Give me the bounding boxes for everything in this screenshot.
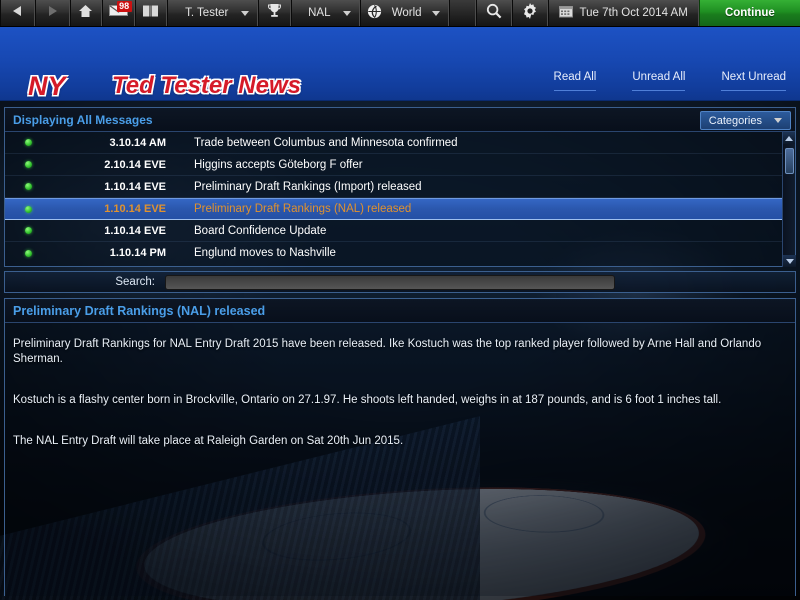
- messages-panel: Displaying All Messages Categories 3.10.…: [4, 107, 796, 267]
- unread-status: [5, 249, 51, 257]
- date-label: Tue 7th Oct 2014 AM: [579, 7, 688, 19]
- article-body: Preliminary Draft Rankings for NAL Entry…: [5, 323, 795, 449]
- scroll-up-button[interactable]: [783, 132, 795, 144]
- status-dot-icon: [24, 249, 32, 257]
- status-dot-icon: [24, 161, 32, 168]
- categories-dropdown[interactable]: Categories: [699, 111, 791, 130]
- next-unread-link[interactable]: Next Unread: [721, 71, 786, 91]
- table-row[interactable]: 1.10.14 EVE Board Confidence Update: [5, 220, 795, 242]
- right-triangle-icon: [47, 4, 58, 22]
- chevron-down-icon: [431, 10, 440, 16]
- search-bar: Search:: [4, 271, 796, 293]
- chevron-down-icon: [342, 10, 351, 16]
- message-subject: Board Confidence Update: [194, 224, 327, 237]
- unread-status: [5, 227, 51, 234]
- book-icon: [142, 4, 159, 23]
- unread-status: [5, 139, 51, 146]
- league-label: NAL: [308, 7, 331, 19]
- chevron-down-icon: [785, 258, 794, 264]
- continue-label: Continue: [724, 7, 775, 19]
- message-date: 1.10.14 EVE: [104, 203, 166, 215]
- table-row[interactable]: 2.10.14 EVE Higgins accepts Göteborg F o…: [5, 154, 795, 176]
- categories-label: Categories: [708, 114, 762, 127]
- status-dot-icon: [24, 205, 32, 213]
- competitions-button[interactable]: [258, 0, 291, 26]
- continue-button[interactable]: Continue: [698, 0, 800, 26]
- message-subject: Trade between Columbus and Minnesota con…: [194, 136, 458, 149]
- message-list-scrollbar[interactable]: [782, 132, 796, 267]
- article-paragraph: Kostuch is a flashy center born in Brock…: [13, 394, 722, 406]
- page-title: Ted Tester News: [112, 72, 301, 99]
- home-icon: [78, 4, 93, 23]
- search-input[interactable]: [165, 274, 615, 290]
- gear-icon: [522, 2, 538, 24]
- message-date: 2.10.14 EVE: [104, 158, 166, 171]
- inbox-button[interactable]: 98: [102, 0, 135, 26]
- status-dot-icon: [24, 227, 32, 234]
- chevron-up-icon: [785, 135, 793, 141]
- league-dropdown[interactable]: NAL: [290, 0, 360, 26]
- magnifier-icon: [486, 3, 502, 24]
- table-row-selected[interactable]: 1.10.14 EVE Preliminary Draft Rankings (…: [5, 198, 795, 220]
- read-all-link[interactable]: Read All: [553, 71, 597, 91]
- trophy-icon: [267, 3, 282, 23]
- manager-dropdown[interactable]: T. Tester: [167, 0, 259, 26]
- globe-icon: [367, 4, 382, 22]
- date-display[interactable]: Tue 7th Oct 2014 AM: [547, 0, 699, 26]
- message-date: 1.10.14 PM: [109, 247, 166, 259]
- header-actions: Read All Unread All Next Unread: [553, 71, 786, 91]
- scope-dropdown[interactable]: World: [359, 0, 449, 26]
- forward-button[interactable]: [34, 0, 70, 26]
- unread-status: [5, 183, 51, 190]
- unread-status: [5, 161, 51, 168]
- search-label: Search:: [115, 276, 155, 288]
- left-triangle-icon: [12, 4, 23, 22]
- article-panel: Preliminary Draft Rankings (NAL) release…: [4, 298, 796, 596]
- search-button[interactable]: [476, 0, 512, 26]
- chevron-down-icon: [241, 10, 250, 16]
- status-dot-icon: [24, 183, 32, 190]
- article-header: Preliminary Draft Rankings (NAL) release…: [5, 299, 795, 323]
- table-row[interactable]: 1.10.14 PM Englund moves to Nashville: [5, 242, 795, 264]
- scroll-down-button[interactable]: [783, 255, 796, 267]
- back-button[interactable]: [0, 0, 35, 26]
- unread-status: [5, 205, 51, 213]
- article-paragraph: Preliminary Draft Rankings for NAL Entry…: [13, 338, 762, 365]
- message-date: 1.10.14 EVE: [104, 224, 166, 237]
- club-badge: NY: [28, 71, 66, 101]
- unread-all-link[interactable]: Unread All: [632, 71, 686, 91]
- message-date: 3.10.14 AM: [109, 136, 166, 149]
- message-list: 3.10.14 AM Trade between Columbus and Mi…: [5, 132, 796, 267]
- article-title: Preliminary Draft Rankings (NAL) release…: [13, 303, 266, 318]
- message-subject: Preliminary Draft Rankings (NAL) release…: [194, 203, 412, 215]
- message-subject: Preliminary Draft Rankings (Import) rele…: [194, 180, 422, 193]
- chevron-down-icon: [774, 118, 782, 123]
- article-paragraph: The NAL Entry Draft will take place at R…: [13, 435, 404, 447]
- manager-name: T. Tester: [185, 7, 229, 19]
- status-dot-icon: [24, 139, 32, 146]
- message-subject: Higgins accepts Göteborg F offer: [194, 158, 363, 171]
- inbox-badge: 98: [116, 1, 132, 12]
- top-toolbar: 98 T. Tester NAL World Tue 7th Oct 2014 …: [0, 0, 800, 27]
- table-row[interactable]: 1.10.14 EVE Preliminary Draft Rankings (…: [5, 176, 795, 198]
- messages-panel-header: Displaying All Messages Categories: [5, 108, 795, 132]
- message-subject: Englund moves to Nashville: [194, 247, 336, 259]
- page-header: NY Ted Tester News Read All Unread All N…: [0, 27, 800, 101]
- toolbar-spacer: [448, 0, 477, 26]
- calendar-icon: [558, 5, 573, 21]
- messages-panel-title: Displaying All Messages: [13, 112, 153, 127]
- scrollbar-thumb[interactable]: [785, 148, 794, 174]
- settings-button[interactable]: [511, 0, 548, 26]
- table-row[interactable]: 3.10.14 AM Trade between Columbus and Mi…: [5, 132, 795, 154]
- scope-label: World: [391, 7, 422, 19]
- squad-book-button[interactable]: [134, 0, 168, 26]
- home-button[interactable]: [69, 0, 103, 26]
- message-date: 1.10.14 EVE: [104, 180, 166, 193]
